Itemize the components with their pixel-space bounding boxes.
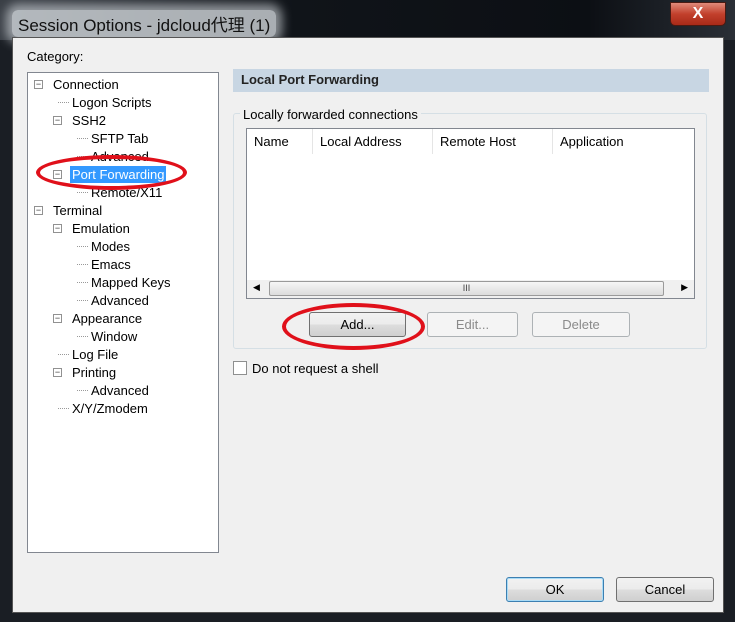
column-name[interactable]: Name xyxy=(247,129,313,154)
cancel-button[interactable]: Cancel xyxy=(616,577,714,602)
tree-item[interactable]: SFTP Tab xyxy=(91,130,148,147)
delete-button[interactable]: Delete xyxy=(532,312,630,337)
tree-connector xyxy=(77,264,88,265)
tree-connector xyxy=(77,192,88,193)
column-application[interactable]: Application xyxy=(553,129,694,154)
tree-item[interactable]: Advanced xyxy=(91,382,149,399)
tree-item[interactable]: Connection xyxy=(53,76,119,93)
category-tree[interactable]: − Connection Logon Scripts − SSH2 SFTP Tab Adv… xyxy=(27,72,219,553)
tree-item[interactable]: Printing xyxy=(72,364,116,381)
tree-connector xyxy=(58,102,69,103)
horizontal-scrollbar[interactable]: ◀ III ▶ xyxy=(247,280,694,298)
title-bar: Session Options - jdcloud代理 (1) X xyxy=(0,0,735,40)
collapse-icon[interactable]: − xyxy=(34,206,43,215)
annotation-circle-add xyxy=(282,303,425,350)
no-shell-label[interactable]: Do not request a shell xyxy=(252,361,378,376)
close-button[interactable]: X xyxy=(670,2,726,26)
tree-item[interactable]: Emulation xyxy=(72,220,130,237)
collapse-icon[interactable]: − xyxy=(53,116,62,125)
group-label: Locally forwarded connections xyxy=(240,107,421,122)
tree-item[interactable]: Advanced xyxy=(91,292,149,309)
tree-connector xyxy=(58,354,69,355)
tree-connector xyxy=(58,408,69,409)
no-shell-checkbox[interactable] xyxy=(233,361,247,375)
column-remote-host[interactable]: Remote Host xyxy=(433,129,553,154)
tree-connector xyxy=(77,300,88,301)
tree-item[interactable]: Modes xyxy=(91,238,130,255)
column-local-address[interactable]: Local Address xyxy=(313,129,433,154)
tree-item[interactable]: Log File xyxy=(72,346,118,363)
tree-connector xyxy=(77,282,88,283)
window-title: Session Options - jdcloud代理 (1) xyxy=(12,10,277,37)
category-label: Category: xyxy=(27,49,84,64)
tree-item[interactable]: Terminal xyxy=(53,202,102,219)
collapse-icon[interactable]: − xyxy=(53,314,62,323)
tree-connector xyxy=(77,390,88,391)
panel-header: Local Port Forwarding xyxy=(233,69,709,92)
tree-connector xyxy=(77,336,88,337)
collapse-icon[interactable]: − xyxy=(53,368,62,377)
scroll-right-icon[interactable]: ▶ xyxy=(681,282,688,293)
tree-item[interactable]: Appearance xyxy=(72,310,142,327)
tree-item[interactable]: SSH2 xyxy=(72,112,106,129)
tree-item[interactable]: Window xyxy=(91,328,137,345)
tree-connector xyxy=(77,138,88,139)
annotation-circle-port-forwarding xyxy=(36,155,187,190)
scroll-left-icon[interactable]: ◀ xyxy=(253,282,260,293)
tree-item[interactable]: X/Y/Zmodem xyxy=(72,400,148,417)
tree-item[interactable]: Mapped Keys xyxy=(91,274,171,291)
tree-connector xyxy=(77,246,88,247)
ok-button[interactable]: OK xyxy=(506,577,604,602)
collapse-icon[interactable]: − xyxy=(34,80,43,89)
tree-item[interactable]: Logon Scripts xyxy=(72,94,152,111)
scroll-thumb[interactable]: III xyxy=(269,281,664,296)
edit-button[interactable]: Edit... xyxy=(427,312,518,337)
connections-list[interactable]: Name Local Address Remote Host Applicati… xyxy=(246,128,695,299)
tree-item[interactable]: Emacs xyxy=(91,256,131,273)
collapse-icon[interactable]: − xyxy=(53,224,62,233)
